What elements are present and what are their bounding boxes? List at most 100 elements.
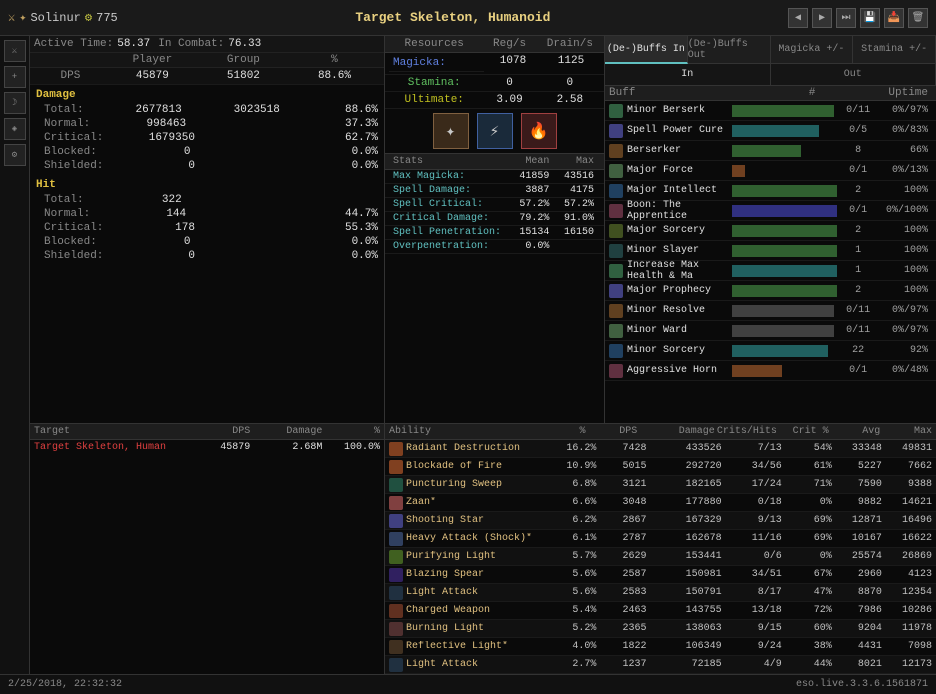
ability-damage: 153441 xyxy=(646,551,721,562)
ability-icon xyxy=(389,550,403,564)
ab-header-max: Max xyxy=(880,426,932,437)
buff-tab-stamina[interactable]: Stamina +/- xyxy=(853,36,936,64)
buff-count: 2 xyxy=(841,225,876,236)
ability-damage: 167329 xyxy=(646,515,721,526)
damage-critical-v2 xyxy=(226,132,286,144)
ability-dps: 2583 xyxy=(596,587,646,598)
ab-header-damage: Damage xyxy=(637,426,715,437)
ability-dps: 2587 xyxy=(596,569,646,580)
buff-row: Major Sorcery 2 100% xyxy=(605,221,936,241)
damage-total-pct: 88.6% xyxy=(318,104,378,116)
ability-damage: 292720 xyxy=(646,461,721,472)
buff-sub-tabs: In Out xyxy=(605,64,936,86)
ability-icon xyxy=(389,622,403,636)
ab-header-avg: Avg xyxy=(829,426,881,437)
sidebar-icon-5[interactable]: ⚙ xyxy=(4,144,26,166)
hit-normal-label: Normal: xyxy=(36,208,90,220)
buff-name: Minor Resolve xyxy=(627,305,732,316)
damage-normal-pct: 37.3% xyxy=(318,118,378,130)
buff-bar-container xyxy=(732,305,837,317)
damage-normal-v1: 998463 xyxy=(126,118,186,130)
ability-name: Blazing Spear xyxy=(406,569,556,580)
ability-max: 10286 xyxy=(882,605,932,616)
damage-blocked-pct: 0.0% xyxy=(318,146,378,158)
nav-next-button[interactable]: ▶ xyxy=(812,8,832,28)
top-bar-controls: ◀ ▶ ⏭ 💾 📥 🗑 xyxy=(788,8,928,28)
buff-icon xyxy=(609,284,623,298)
target-header: Target DPS Damage % xyxy=(30,424,384,440)
buff-bar xyxy=(732,225,837,237)
buff-tab-debuffs-in[interactable]: (De-)Buffs In xyxy=(605,36,688,64)
active-time: Active Time: 58.37 xyxy=(34,38,150,50)
buff-bar xyxy=(732,265,837,277)
ability-dps: 1237 xyxy=(596,659,646,670)
buff-bar xyxy=(732,245,837,257)
buff-header-count: # xyxy=(783,87,841,99)
buff-bar xyxy=(732,165,746,177)
hit-shielded-v1: 0 xyxy=(135,250,195,262)
damage-shielded-v2 xyxy=(226,160,286,172)
ability-max: 26869 xyxy=(882,551,932,562)
buff-icon xyxy=(609,324,623,338)
res-col-reg: Reg/s xyxy=(479,38,539,50)
hit-blocked-pct: 0.0% xyxy=(318,236,378,248)
ability-avg: 12871 xyxy=(832,515,882,526)
ability-crits: 7/13 xyxy=(722,443,782,454)
buff-name: Minor Slayer xyxy=(627,245,732,256)
buff-uptime: 0%/48% xyxy=(876,365,932,376)
ability-icon-1: ✦ xyxy=(433,113,469,149)
delete-button[interactable]: 🗑 xyxy=(908,8,928,28)
ab-header-pct: % xyxy=(544,426,585,437)
ability-name: Charged Weapon xyxy=(406,605,556,616)
buff-bar-container xyxy=(732,325,837,337)
ability-dps: 3048 xyxy=(596,497,646,508)
ability-critpct: 72% xyxy=(782,605,832,616)
nav-prev-button[interactable]: ◀ xyxy=(788,8,808,28)
stat-spell-damage-row: Spell Damage: 3887 4175 xyxy=(385,184,604,198)
buff-uptime: 100% xyxy=(876,265,932,276)
hit-critical-pct: 55.3% xyxy=(318,222,378,234)
sidebar-icon-1[interactable]: ⚔ xyxy=(4,40,26,62)
ability-crits: 34/56 xyxy=(722,461,782,472)
buff-icon xyxy=(609,184,623,198)
buff-sub-out[interactable]: Out xyxy=(771,64,936,86)
sidebar-icon-4[interactable]: ◈ xyxy=(4,118,26,140)
buff-icon xyxy=(609,224,623,238)
buff-uptime: 92% xyxy=(876,345,932,356)
ability-critpct: 54% xyxy=(782,443,832,454)
ability-max: 11978 xyxy=(882,623,932,634)
ability-icon xyxy=(389,604,403,618)
download-button[interactable]: 📥 xyxy=(884,8,904,28)
dps-header: Player Group % xyxy=(30,53,384,68)
buff-bar-container xyxy=(732,345,837,357)
save-button[interactable]: 💾 xyxy=(860,8,880,28)
ability-avg: 5227 xyxy=(832,461,882,472)
ability-crits: 9/15 xyxy=(722,623,782,634)
target-damage: 2.68M xyxy=(250,442,322,453)
buff-sub-in[interactable]: In xyxy=(605,64,771,86)
buff-tab-debuffs-out[interactable]: (De-)Buffs Out xyxy=(688,36,771,64)
buff-icon xyxy=(609,244,623,258)
stat-max-magicka-mean: 41859 xyxy=(505,171,550,182)
sidebar-icon-3[interactable]: ☽ xyxy=(4,92,26,114)
buff-uptime: 0%/97% xyxy=(876,305,932,316)
ability-dps: 5015 xyxy=(596,461,646,472)
buff-name: Major Intellect xyxy=(627,185,732,196)
hit-total-row: Total: 322 xyxy=(36,193,378,207)
nav-last-button[interactable]: ⏭ xyxy=(836,8,856,28)
hit-shielded-pct: 0.0% xyxy=(318,250,378,262)
stat-critical-damage-mean: 79.2% xyxy=(505,213,550,224)
sidebar-icon-2[interactable]: + xyxy=(4,66,26,88)
stat-overpen-row: Overpenetration: 0.0% xyxy=(385,240,604,254)
ability-icon-2: ⚡ xyxy=(477,113,513,149)
buff-tab-magicka[interactable]: Magicka +/- xyxy=(771,36,854,64)
damage-critical-label: Critical: xyxy=(36,132,103,144)
stat-spell-pen-row: Spell Penetration: 15134 16150 xyxy=(385,226,604,240)
damage-total-v2: 3023518 xyxy=(220,104,280,116)
character-level: 775 xyxy=(96,11,118,25)
damage-section: Damage Total: 2677813 3023518 88.6% Norm… xyxy=(30,85,384,175)
damage-shielded-pct: 0.0% xyxy=(318,160,378,172)
buff-header-name: Buff xyxy=(609,87,783,99)
damage-critical-v1: 1679350 xyxy=(135,132,195,144)
buff-uptime: 0%/13% xyxy=(876,165,932,176)
